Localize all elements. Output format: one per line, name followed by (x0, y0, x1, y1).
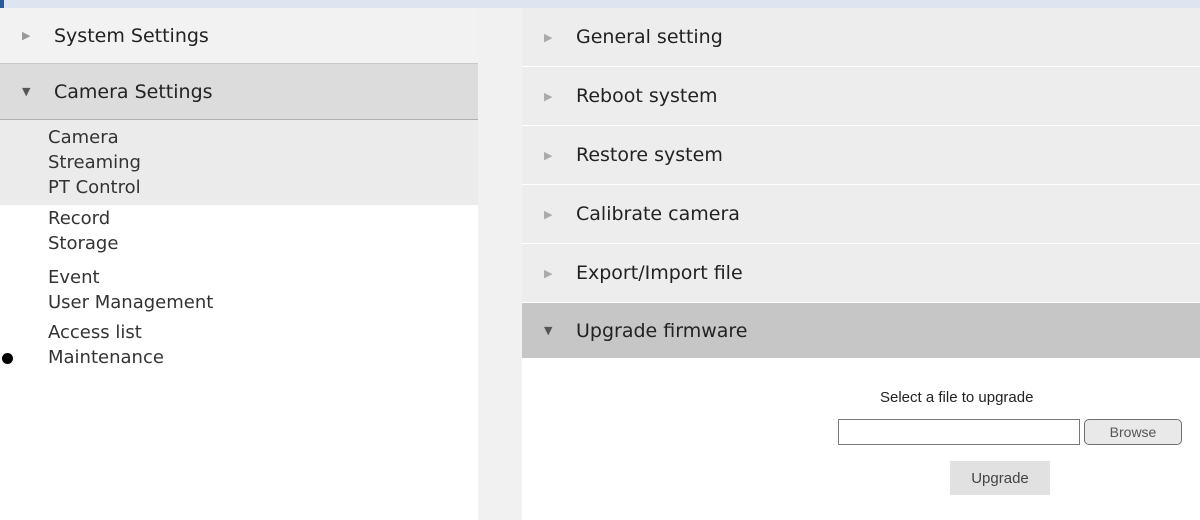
section-label: Restore system (576, 144, 723, 166)
sidebar-item-camera[interactable]: Camera (0, 126, 478, 151)
select-file-label: Select a file to upgrade (880, 389, 1034, 406)
sidebar-item-pt-control[interactable]: PT Control (0, 176, 478, 205)
section-calibrate-camera[interactable]: ▶ Calibrate camera (522, 185, 1200, 244)
section-label: Upgrade firmware (576, 319, 748, 342)
section-label: Calibrate camera (576, 203, 740, 225)
section-label: General setting (576, 26, 723, 48)
section-upgrade-firmware[interactable]: ▼ Upgrade firmware (522, 303, 1200, 359)
sidebar-item-storage[interactable]: Storage (0, 232, 478, 257)
bullet-icon (2, 353, 13, 364)
triangle-right-icon: ▶ (544, 207, 553, 221)
section-label: Export/Import file (576, 262, 743, 284)
sidebar-item-label: Maintenance (48, 347, 164, 368)
triangle-right-icon: ▶ (544, 30, 553, 44)
firmware-file-input[interactable] (838, 419, 1080, 445)
sidebar-item-user-management[interactable]: User Management (0, 291, 478, 316)
upgrade-button[interactable]: Upgrade (950, 461, 1050, 495)
sidebar-item-maintenance[interactable]: Maintenance (0, 346, 478, 371)
sidebar-item-streaming[interactable]: Streaming (0, 151, 478, 176)
triangle-right-icon: ▶ (544, 89, 553, 103)
triangle-down-icon: ▼ (22, 85, 31, 98)
section-general-setting[interactable]: ▶ General setting (522, 8, 1200, 67)
system-settings-header[interactable]: ▶ System Settings (0, 8, 478, 64)
maintenance-panel: ▶ General setting ▶ Reboot system ▶ Rest… (522, 8, 1200, 520)
system-settings-label: System Settings (54, 24, 209, 47)
camera-settings-header[interactable]: ▼ Camera Settings (0, 64, 478, 120)
triangle-right-icon: ▶ (22, 29, 31, 42)
section-export-import-file[interactable]: ▶ Export/Import file (522, 244, 1200, 303)
section-label: Reboot system (576, 85, 718, 107)
upgrade-firmware-content: Select a file to upgrade Browse Upgrade (522, 359, 1200, 519)
camera-settings-submenu: Camera Streaming PT Control (0, 120, 478, 205)
triangle-down-icon: ▼ (544, 324, 553, 337)
sidebar-item-record[interactable]: Record (0, 207, 478, 232)
camera-settings-label: Camera Settings (54, 80, 213, 103)
panel-divider (478, 8, 522, 520)
sidebar-item-access-list[interactable]: Access list (0, 321, 478, 346)
sidebar-menu: Record Storage Event User Management Acc… (0, 205, 478, 371)
top-border (0, 0, 1200, 8)
browse-button[interactable]: Browse (1084, 419, 1182, 445)
triangle-right-icon: ▶ (544, 266, 553, 280)
triangle-right-icon: ▶ (544, 148, 553, 162)
sidebar-item-event[interactable]: Event (0, 266, 478, 291)
sidebar: ▶ System Settings ▼ Camera Settings Came… (0, 8, 478, 520)
section-restore-system[interactable]: ▶ Restore system (522, 126, 1200, 185)
top-accent (0, 0, 4, 8)
section-reboot-system[interactable]: ▶ Reboot system (522, 67, 1200, 126)
